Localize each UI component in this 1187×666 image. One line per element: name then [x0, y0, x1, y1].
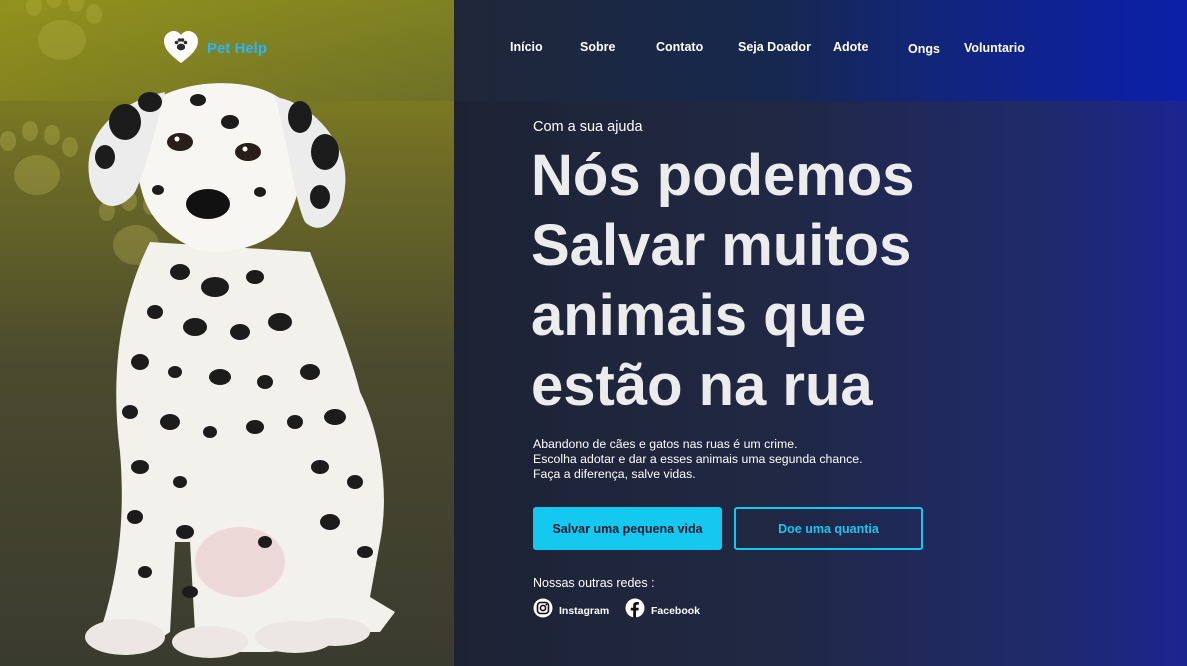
save-a-life-button[interactable]: Salvar uma pequena vida	[533, 507, 722, 550]
instagram-label: Instagram	[559, 604, 610, 617]
hero-description-line: Abandono de cães e gatos nas ruas é um c…	[533, 437, 798, 451]
hero-description-line: Faça a diferença, salve vidas.	[533, 467, 696, 481]
facebook-link[interactable]: Facebook	[625, 598, 700, 623]
dalmatian-puppy-image	[85, 83, 395, 658]
hero-title-line: estão na rua	[531, 353, 873, 418]
hero-description: Abandono de cães e gatos nas ruas é um c…	[533, 437, 953, 482]
hero-kicker: Com a sua ajuda	[533, 119, 643, 135]
main-nav: Início Sobre Contato Seja Doador Adote O…	[0, 38, 1187, 58]
nav-item-voluntario[interactable]: Voluntario	[964, 41, 1025, 55]
hero-title-line: animais que	[531, 283, 867, 348]
nav-item-contato[interactable]: Contato	[656, 40, 703, 54]
hero-title: Nós podemos Salvar muitos animais que es…	[531, 141, 1091, 421]
nav-item-ongs[interactable]: Ongs	[908, 42, 940, 56]
hero-description-line: Escolha adotar e dar a esses animais uma…	[533, 452, 863, 466]
nav-item-sobre[interactable]: Sobre	[580, 40, 615, 54]
instagram-icon	[533, 598, 553, 623]
facebook-icon	[625, 598, 645, 623]
instagram-link[interactable]: Instagram	[533, 598, 609, 623]
hero-title-line: Salvar muitos	[531, 213, 912, 278]
hero-title-line: Nós podemos	[531, 143, 915, 208]
nav-item-inicio[interactable]: Início	[510, 40, 543, 54]
donate-button[interactable]: Doe uma quantia	[734, 507, 923, 550]
social-label: Nossas outras redes :	[533, 576, 655, 590]
nav-item-adote[interactable]: Adote	[833, 40, 868, 54]
facebook-label: Facebook	[651, 604, 701, 617]
nav-item-seja-doador[interactable]: Seja Doador	[738, 40, 811, 54]
